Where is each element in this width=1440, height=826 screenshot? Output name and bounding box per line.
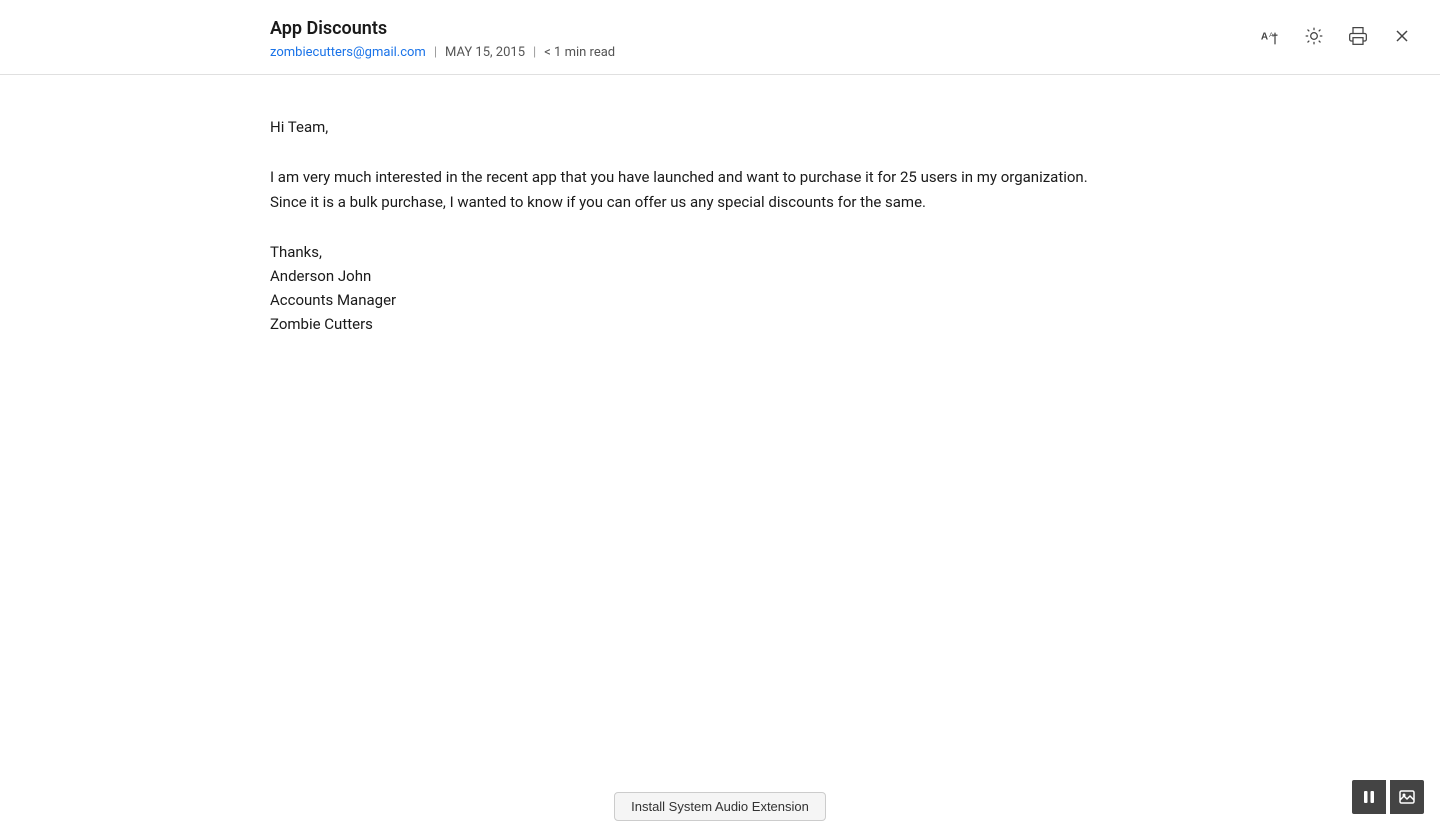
email-toolbar: A A: [1256, 18, 1416, 50]
email-meta: zombiecutters@gmail.com | MAY 15, 2015 |…: [270, 45, 615, 60]
email-greeting: Hi Team,: [270, 115, 1110, 141]
pause-icon: [1361, 789, 1377, 805]
svg-text:A: A: [1261, 31, 1268, 42]
pause-button[interactable]: [1352, 780, 1386, 814]
brightness-icon: [1304, 26, 1324, 46]
print-icon: [1348, 26, 1368, 46]
image-button[interactable]: [1390, 780, 1424, 814]
font-size-button[interactable]: A A: [1256, 22, 1284, 50]
sign-off: Thanks,: [270, 240, 1110, 264]
meta-separator-2: |: [533, 45, 536, 60]
sender-company: Zombie Cutters: [270, 312, 1110, 336]
email-body: Hi Team, I am very much interested in th…: [0, 75, 1440, 826]
bottom-right-controls: [1352, 780, 1424, 814]
image-icon: [1399, 789, 1415, 805]
brightness-button[interactable]: [1300, 22, 1328, 50]
email-header: App Discounts zombiecutters@gmail.com | …: [0, 0, 1440, 75]
email-body-paragraph: I am very much interested in the recent …: [270, 165, 1110, 216]
email-subject: App Discounts: [270, 18, 615, 39]
close-icon: [1392, 26, 1412, 46]
email-header-left: App Discounts zombiecutters@gmail.com | …: [270, 18, 615, 60]
install-extension-button[interactable]: Install System Audio Extension: [614, 792, 826, 821]
email-date: MAY 15, 2015: [445, 45, 525, 60]
email-sender[interactable]: zombiecutters@gmail.com: [270, 45, 426, 60]
email-content: Hi Team, I am very much interested in th…: [270, 115, 1110, 336]
email-reader: App Discounts zombiecutters@gmail.com | …: [0, 0, 1440, 826]
sender-name: Anderson John: [270, 264, 1110, 288]
email-read-time: < 1 min read: [544, 45, 615, 60]
email-signature: Thanks, Anderson John Accounts Manager Z…: [270, 240, 1110, 336]
bottom-bar: Install System Audio Extension: [0, 786, 1440, 826]
meta-separator: |: [434, 45, 437, 60]
font-size-icon: A A: [1260, 26, 1280, 46]
close-button[interactable]: [1388, 22, 1416, 50]
print-button[interactable]: [1344, 22, 1372, 50]
sender-title: Accounts Manager: [270, 288, 1110, 312]
